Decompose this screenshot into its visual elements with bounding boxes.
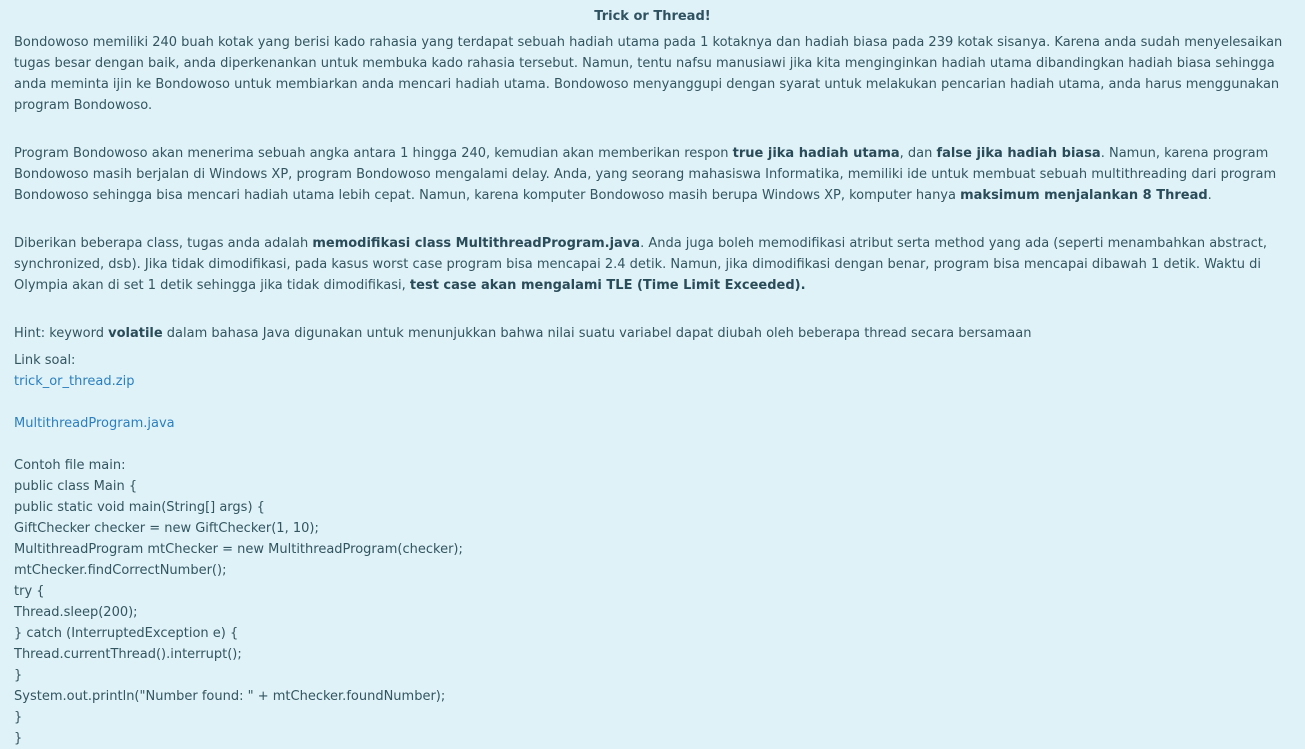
false-response-bold: false jika hadiah biasa (936, 146, 1101, 161)
program-text-2: , dan (899, 146, 937, 161)
code-line: Thread.currentThread().interrupt(); (14, 647, 242, 662)
code-line: } (14, 731, 23, 746)
true-response-bold: true jika hadiah utama (732, 146, 900, 161)
paragraph-program: Program Bondowoso akan menerima sebuah a… (14, 143, 1291, 206)
task-text-1: Diberikan beberapa class, tugas anda ada… (14, 236, 313, 251)
code-line: GiftChecker checker = new GiftChecker(1,… (14, 521, 319, 536)
code-line: } catch (InterruptedException e) { (14, 626, 239, 641)
example-code: public class Main { public static void m… (14, 476, 1291, 749)
example-label: Contoh file main: (14, 458, 126, 473)
paragraph-intro: Bondowoso memiliki 240 buah kotak yang b… (14, 32, 1291, 116)
code-line: try { (14, 584, 45, 599)
problem-panel: Trick or Thread! Bondowoso memiliki 240 … (0, 0, 1305, 746)
problem-title: Trick or Thread! (594, 9, 711, 24)
intro-text: Bondowoso memiliki 240 buah kotak yang b… (14, 35, 1283, 113)
code-line: public static void main(String[] args) { (14, 500, 265, 515)
hint-text-2: dalam bahasa Java digunakan untuk menunj… (162, 326, 1032, 341)
paragraph-task: Diberikan beberapa class, tugas anda ada… (14, 233, 1291, 296)
zip-download-link[interactable]: trick_or_thread.zip (14, 374, 134, 389)
tle-bold: test case akan mengalami TLE (Time Limit… (409, 278, 806, 293)
code-line: System.out.println("Number found: " + mt… (14, 689, 446, 704)
max-thread-bold: maksimum menjalankan 8 Thread (960, 188, 1208, 203)
link-label: Link soal: (14, 353, 76, 368)
code-line: } (14, 668, 23, 683)
java-file-link[interactable]: MultithreadProgram.java (14, 416, 175, 431)
code-line: Thread.sleep(200); (14, 605, 138, 620)
program-text-1: Program Bondowoso akan menerima sebuah a… (14, 146, 733, 161)
code-line: mtChecker.findCorrectNumber(); (14, 563, 227, 578)
hint-text-1: Hint: keyword (14, 326, 109, 341)
volatile-keyword: volatile (108, 326, 163, 341)
code-line: MultithreadProgram mtChecker = new Multi… (14, 542, 463, 557)
program-text-4: . (1207, 188, 1212, 203)
code-line: public class Main { (14, 479, 138, 494)
task-class-bold: memodifikasi class MultithreadProgram.ja… (312, 236, 641, 251)
code-line: } (14, 710, 23, 725)
hint-line: Hint: keyword volatile dalam bahasa Java… (14, 323, 1291, 344)
